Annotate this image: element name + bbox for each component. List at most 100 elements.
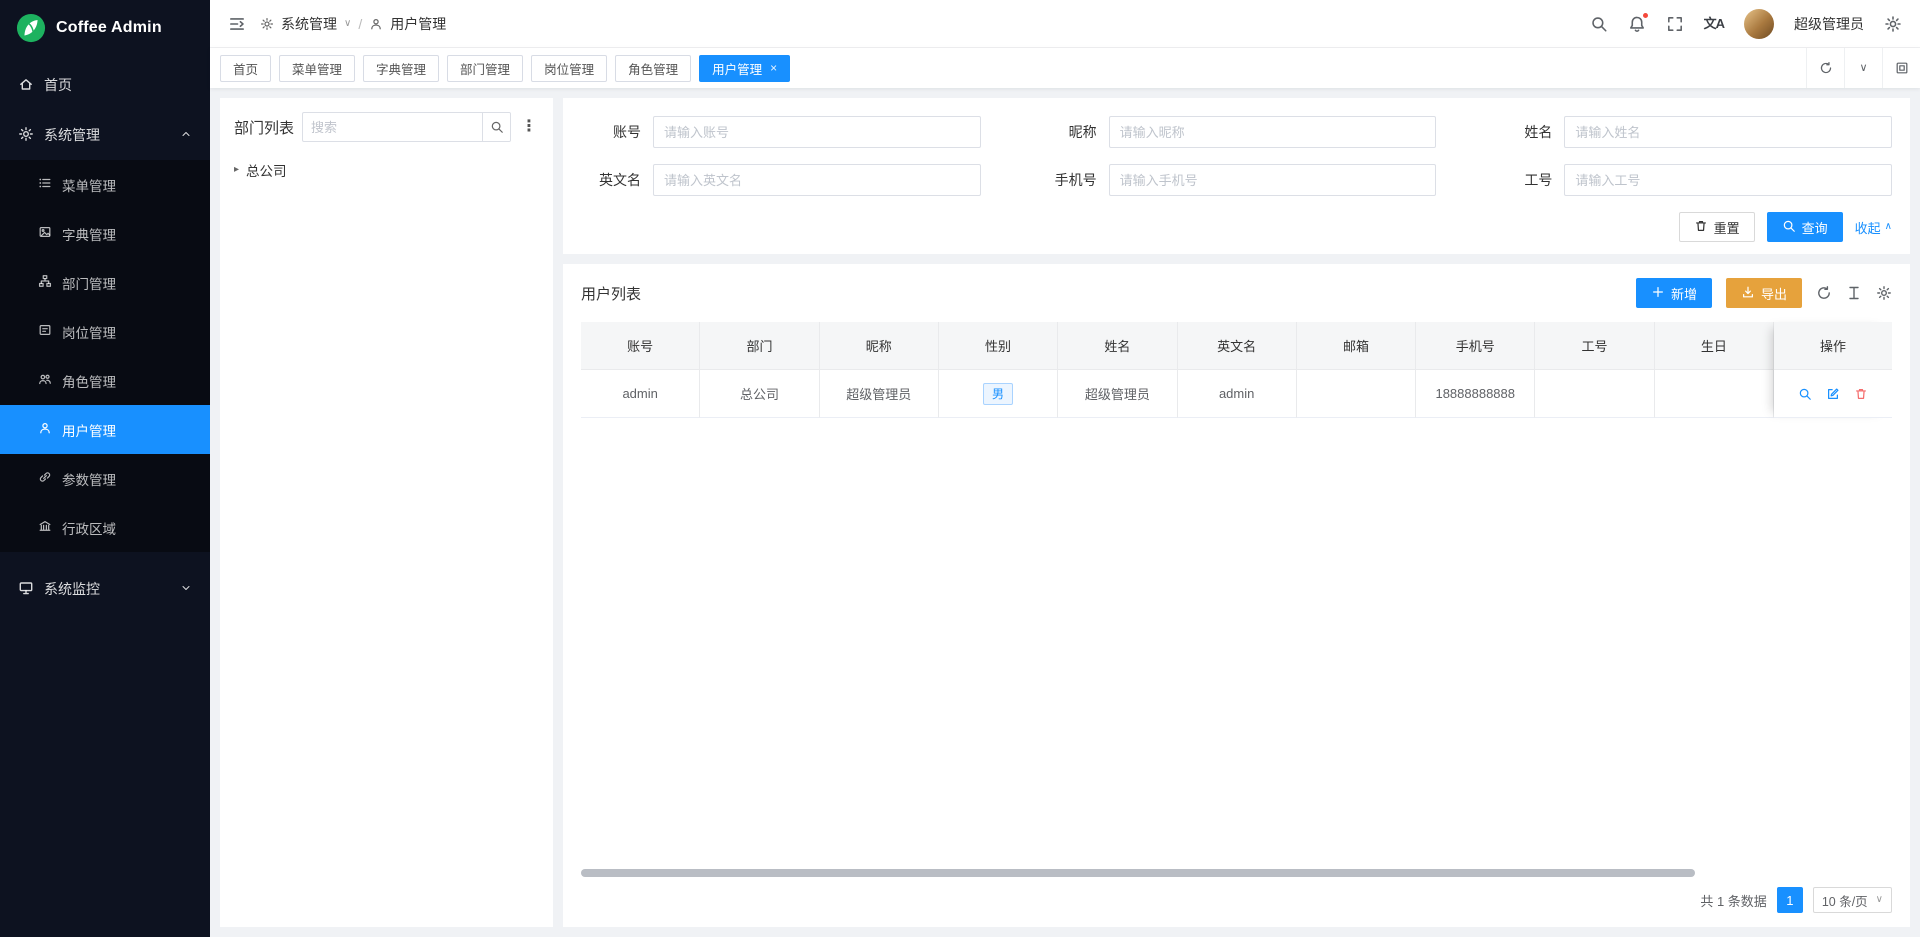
department-search-input[interactable] <box>303 120 482 135</box>
sidebar-nav: 首页 系统管理 菜单管理 字典管理 部门管理 <box>0 56 210 937</box>
nickname-input[interactable] <box>1109 116 1437 148</box>
gender-tag: 男 <box>983 383 1013 405</box>
column-header: 昵称 <box>820 322 939 370</box>
users-icon <box>38 372 52 389</box>
edit-icon[interactable] <box>1826 387 1840 401</box>
trash-icon <box>1694 219 1708 236</box>
column-header: 部门 <box>700 322 819 370</box>
content-area: 部门列表 ⋮ ▸ 总公司 <box>210 88 1920 937</box>
sidebar-item-system-management[interactable]: 系统管理 <box>0 110 210 160</box>
app-title: Coffee Admin <box>56 19 162 37</box>
sidebar-item-home[interactable]: 首页 <box>0 60 210 110</box>
tree-caret-icon[interactable]: ▸ <box>234 165 239 175</box>
sidebar-item-role-management[interactable]: 角色管理 <box>0 356 210 405</box>
sidebar-item-post-management[interactable]: 岗位管理 <box>0 307 210 356</box>
sidebar-item-label: 岗位管理 <box>62 322 116 342</box>
sidebar-item-dept-management[interactable]: 部门管理 <box>0 258 210 307</box>
coffee-logo-icon <box>16 13 46 43</box>
logo: Coffee Admin <box>0 0 210 56</box>
gear-icon <box>18 126 34 145</box>
tab-post-management[interactable]: 岗位管理 <box>531 55 607 82</box>
table-row[interactable]: admin 总公司 超级管理员 男 超级管理员 admin 1888888888… <box>581 370 1774 418</box>
tab-home[interactable]: 首页 <box>220 55 271 82</box>
tree-node-label[interactable]: 总公司 <box>246 160 287 180</box>
sidebar-item-admin-region[interactable]: 行政区域 <box>0 503 210 552</box>
translate-icon[interactable]: 文A <box>1704 17 1724 30</box>
fullscreen-icon[interactable] <box>1666 15 1684 33</box>
breadcrumb: 系统管理 ∨ / 用户管理 <box>260 14 446 34</box>
sidebar-item-label: 系统监控 <box>44 579 100 599</box>
tab-menu-management[interactable]: 菜单管理 <box>279 55 355 82</box>
tab-dict-management[interactable]: 字典管理 <box>363 55 439 82</box>
search-icon[interactable] <box>482 113 510 141</box>
filter-field-name: 姓名 <box>1492 116 1892 148</box>
layout-expand-icon[interactable] <box>1882 48 1920 88</box>
add-button[interactable]: 新增 <box>1636 278 1712 308</box>
tab-user-management[interactable]: 用户管理 × <box>699 55 790 82</box>
collapse-filter-link[interactable]: 收起 ∧ <box>1855 218 1892 237</box>
refresh-icon[interactable] <box>1806 48 1844 88</box>
horizontal-scrollbar[interactable] <box>581 869 1695 877</box>
sidebar-item-user-management[interactable]: 用户管理 <box>0 405 210 454</box>
page-number-button[interactable]: 1 <box>1777 887 1803 913</box>
column-settings-gear-icon[interactable] <box>1876 285 1892 301</box>
username[interactable]: 超级管理员 <box>1794 14 1864 34</box>
field-label: 工号 <box>1492 170 1564 190</box>
picture-icon <box>38 225 52 242</box>
breadcrumb-level1[interactable]: 系统管理 <box>281 14 337 34</box>
user-icon <box>369 17 383 31</box>
row-height-icon[interactable] <box>1846 285 1862 301</box>
department-panel-header: 部门列表 ⋮ <box>234 112 539 142</box>
close-icon[interactable]: × <box>770 62 777 74</box>
tree-node-root[interactable]: ▸ 总公司 <box>234 158 539 182</box>
cell-gender: 男 <box>939 370 1058 418</box>
more-options-icon[interactable]: ⋮ <box>519 119 539 135</box>
filter-card: 账号 昵称 姓名 英文名 <box>563 98 1910 254</box>
filter-field-job-number: 工号 <box>1492 164 1892 196</box>
english-name-input[interactable] <box>653 164 981 196</box>
search-icon[interactable] <box>1590 15 1608 33</box>
chevron-down-icon[interactable]: ∨ <box>1844 48 1882 88</box>
list-icon <box>38 176 52 193</box>
sidebar-item-label: 行政区域 <box>62 518 116 538</box>
delete-icon[interactable] <box>1854 387 1868 401</box>
notification-bell-icon[interactable] <box>1628 15 1646 33</box>
tab-tools: ∨ <box>1806 48 1920 88</box>
sidebar-item-label: 系统管理 <box>44 125 100 145</box>
filter-field-phone: 手机号 <box>1037 164 1437 196</box>
tab-dept-management[interactable]: 部门管理 <box>447 55 523 82</box>
sidebar-item-menu-management[interactable]: 菜单管理 <box>0 160 210 209</box>
settings-gear-icon[interactable] <box>1884 15 1902 33</box>
sidebar-item-dict-management[interactable]: 字典管理 <box>0 209 210 258</box>
department-panel-title: 部门列表 <box>234 117 294 138</box>
sidebar-item-label: 部门管理 <box>62 273 116 293</box>
search-icon <box>1782 219 1796 236</box>
cell-account: admin <box>581 370 700 418</box>
tab-bar: 首页 菜单管理 字典管理 部门管理 岗位管理 角色管理 用户管理 × ∨ <box>210 48 1920 88</box>
menu-fold-icon[interactable] <box>228 15 246 33</box>
query-button[interactable]: 查询 <box>1767 212 1843 242</box>
department-search-box <box>302 112 511 142</box>
reset-button[interactable]: 重置 <box>1679 212 1755 242</box>
export-button[interactable]: 导出 <box>1726 278 1802 308</box>
sidebar-item-system-monitor[interactable]: 系统监控 <box>0 564 210 614</box>
account-input[interactable] <box>653 116 981 148</box>
page-size-select[interactable]: 10 条/页 ∨ <box>1813 887 1892 913</box>
right-column: 账号 昵称 姓名 英文名 <box>563 98 1910 927</box>
phone-input[interactable] <box>1109 164 1437 196</box>
sidebar-item-label: 首页 <box>44 75 72 95</box>
filter-grid: 账号 昵称 姓名 英文名 <box>581 116 1892 196</box>
table-empty-space <box>581 418 1892 869</box>
job-number-input[interactable] <box>1564 164 1892 196</box>
view-icon[interactable] <box>1798 387 1812 401</box>
org-tree-icon <box>38 274 52 291</box>
name-input[interactable] <box>1564 116 1892 148</box>
column-header: 工号 <box>1535 322 1654 370</box>
refresh-icon[interactable] <box>1816 285 1832 301</box>
user-avatar[interactable] <box>1744 9 1774 39</box>
tab-role-management[interactable]: 角色管理 <box>615 55 691 82</box>
pagination: 共 1 条数据 1 10 条/页 ∨ <box>581 887 1892 913</box>
sidebar-item-param-management[interactable]: 参数管理 <box>0 454 210 503</box>
cell-email <box>1297 370 1416 418</box>
table-title: 用户列表 <box>581 283 641 304</box>
